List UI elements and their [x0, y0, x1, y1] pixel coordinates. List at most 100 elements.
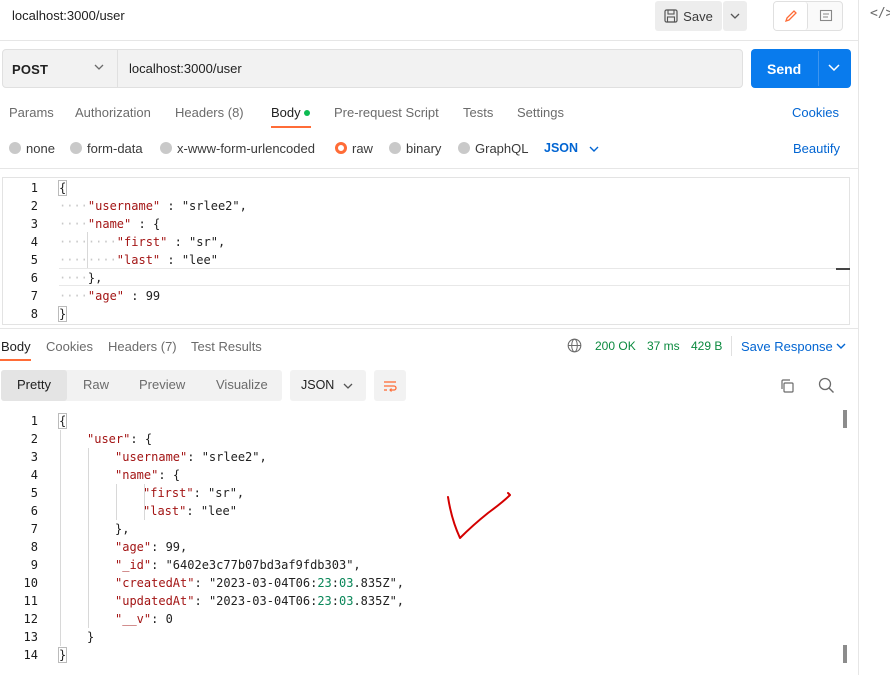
radio-urlencoded-label[interactable]: x-www-form-urlencoded [177, 141, 315, 156]
line-number: 1 [30, 414, 38, 428]
code-icon[interactable]: </> [870, 6, 890, 21]
section-divider [0, 168, 858, 169]
chevron-down-icon[interactable] [343, 383, 353, 389]
code-line: "last": "lee" [59, 502, 404, 520]
view-raw[interactable]: Raw [83, 377, 109, 392]
wrap-lines-icon [382, 379, 398, 393]
tab-pre-request-script[interactable]: Pre-request Script [334, 105, 439, 120]
radio-none-label[interactable]: none [26, 141, 55, 156]
response-scroll-marker [843, 645, 847, 663]
line-number: 13 [23, 630, 38, 644]
line-number: 10 [23, 576, 38, 590]
line-number: 9 [30, 558, 38, 572]
response-tab-test-results[interactable]: Test Results [191, 339, 262, 354]
code-line: ········"last" : "lee" [59, 253, 218, 267]
response-line-numbers: 1 2 3 4 5 6 7 8 9 10 11 12 13 14 [0, 412, 38, 664]
header-divider [0, 40, 858, 41]
radio-form-data-label[interactable]: form-data [87, 141, 143, 156]
code-text: } [57, 306, 68, 322]
body-format-select[interactable]: JSON [544, 141, 578, 155]
view-pretty[interactable]: Pretty [17, 377, 51, 392]
url-separator [117, 50, 118, 87]
view-visualize[interactable]: Visualize [216, 377, 268, 392]
request-code: { ····"username" : "srlee2", ····"name" … [57, 179, 247, 323]
radio-urlencoded[interactable] [160, 142, 172, 154]
code-text: "last": "lee" [143, 504, 237, 518]
response-tab-body[interactable]: Body [1, 339, 31, 354]
line-number: 4 [30, 468, 38, 482]
radio-raw-label[interactable]: raw [352, 141, 373, 156]
send-label[interactable]: Send [767, 61, 801, 77]
code-line: ········"first" : "sr", [59, 235, 226, 249]
code-text: "createdAt": "2023-03-04T06:23:03.835Z", [115, 576, 405, 590]
radio-binary-label[interactable]: binary [406, 141, 441, 156]
radio-raw[interactable] [335, 142, 347, 154]
send-options-chevron-icon[interactable] [828, 64, 840, 71]
line-number: 8 [30, 540, 38, 554]
code-text: "first": "sr", [143, 486, 245, 500]
save-options-button[interactable] [723, 1, 747, 31]
cookies-link[interactable]: Cookies [792, 105, 839, 120]
search-icon[interactable] [818, 377, 835, 394]
save-label: Save [683, 8, 713, 24]
beautify-link[interactable]: Beautify [793, 141, 840, 156]
tab-authorization[interactable]: Authorization [75, 105, 151, 120]
url-input[interactable]: localhost:3000/user [129, 61, 242, 76]
radio-binary[interactable] [389, 142, 401, 154]
response-time[interactable]: 37 ms [647, 339, 680, 353]
editor-scroll-marker [836, 268, 850, 270]
tab-body[interactable]: Body [271, 105, 301, 120]
save-response-button[interactable]: Save Response [741, 339, 833, 354]
code-text: "age": 99, [115, 540, 188, 554]
chevron-down-icon[interactable] [589, 146, 599, 152]
comments-button[interactable] [809, 2, 842, 30]
code-line: "username": "srlee2", [59, 448, 404, 466]
line-number: 3 [30, 450, 38, 464]
method-select[interactable]: POST [12, 62, 48, 77]
line-number: 8 [30, 307, 38, 321]
code-line: "first": "sr", [59, 484, 404, 502]
pencil-icon [784, 9, 798, 23]
code-line: "_id": "6402e3c77b07bd3af9fdb303", [59, 556, 404, 574]
line-number: 3 [30, 217, 38, 231]
wrap-lines-button[interactable] [374, 370, 406, 401]
line-number: 12 [23, 612, 38, 626]
comment-icon [819, 9, 833, 23]
globe-icon[interactable] [567, 338, 582, 353]
radio-graphql[interactable] [458, 142, 470, 154]
url-bar [2, 49, 743, 88]
save-button[interactable]: Save [655, 1, 722, 31]
tab-params[interactable]: Params [9, 105, 54, 120]
code-text: "age" : 99 [87, 289, 161, 303]
response-tab-headers[interactable]: Headers (7) [108, 339, 177, 354]
response-divider [0, 328, 858, 329]
tab-settings[interactable]: Settings [517, 105, 564, 120]
radio-form-data[interactable] [70, 142, 82, 154]
code-line: "updatedAt": "2023-03-04T06:23:03.835Z", [59, 592, 404, 610]
body-indicator-dot [304, 110, 310, 116]
view-preview[interactable]: Preview [139, 377, 185, 392]
tab-tests[interactable]: Tests [463, 105, 493, 120]
response-format-label[interactable]: JSON [301, 378, 334, 392]
request-title: localhost:3000/user [12, 8, 125, 23]
edit-mode-button[interactable] [774, 2, 808, 30]
response-size[interactable]: 429 B [691, 339, 722, 353]
response-tab-cookies[interactable]: Cookies [46, 339, 93, 354]
code-line: } [59, 628, 404, 646]
code-text: "last" : "lee" [116, 253, 218, 267]
chevron-down-icon [730, 13, 740, 19]
chevron-down-icon[interactable] [94, 64, 104, 70]
code-text: "name": { [115, 468, 181, 482]
code-line: } [57, 305, 247, 323]
status-code[interactable]: 200 OK [595, 339, 636, 353]
code-text: }, [115, 522, 130, 536]
copy-icon[interactable] [779, 378, 795, 394]
code-line: "age": 99, [59, 538, 404, 556]
radio-none[interactable] [9, 142, 21, 154]
code-line: { [57, 412, 404, 430]
checkmark-annotation [447, 492, 511, 539]
code-line: ····"username" : "srlee2", [59, 199, 247, 213]
chevron-down-icon[interactable] [836, 343, 846, 349]
tab-headers[interactable]: Headers (8) [175, 105, 244, 120]
radio-graphql-label[interactable]: GraphQL [475, 141, 528, 156]
